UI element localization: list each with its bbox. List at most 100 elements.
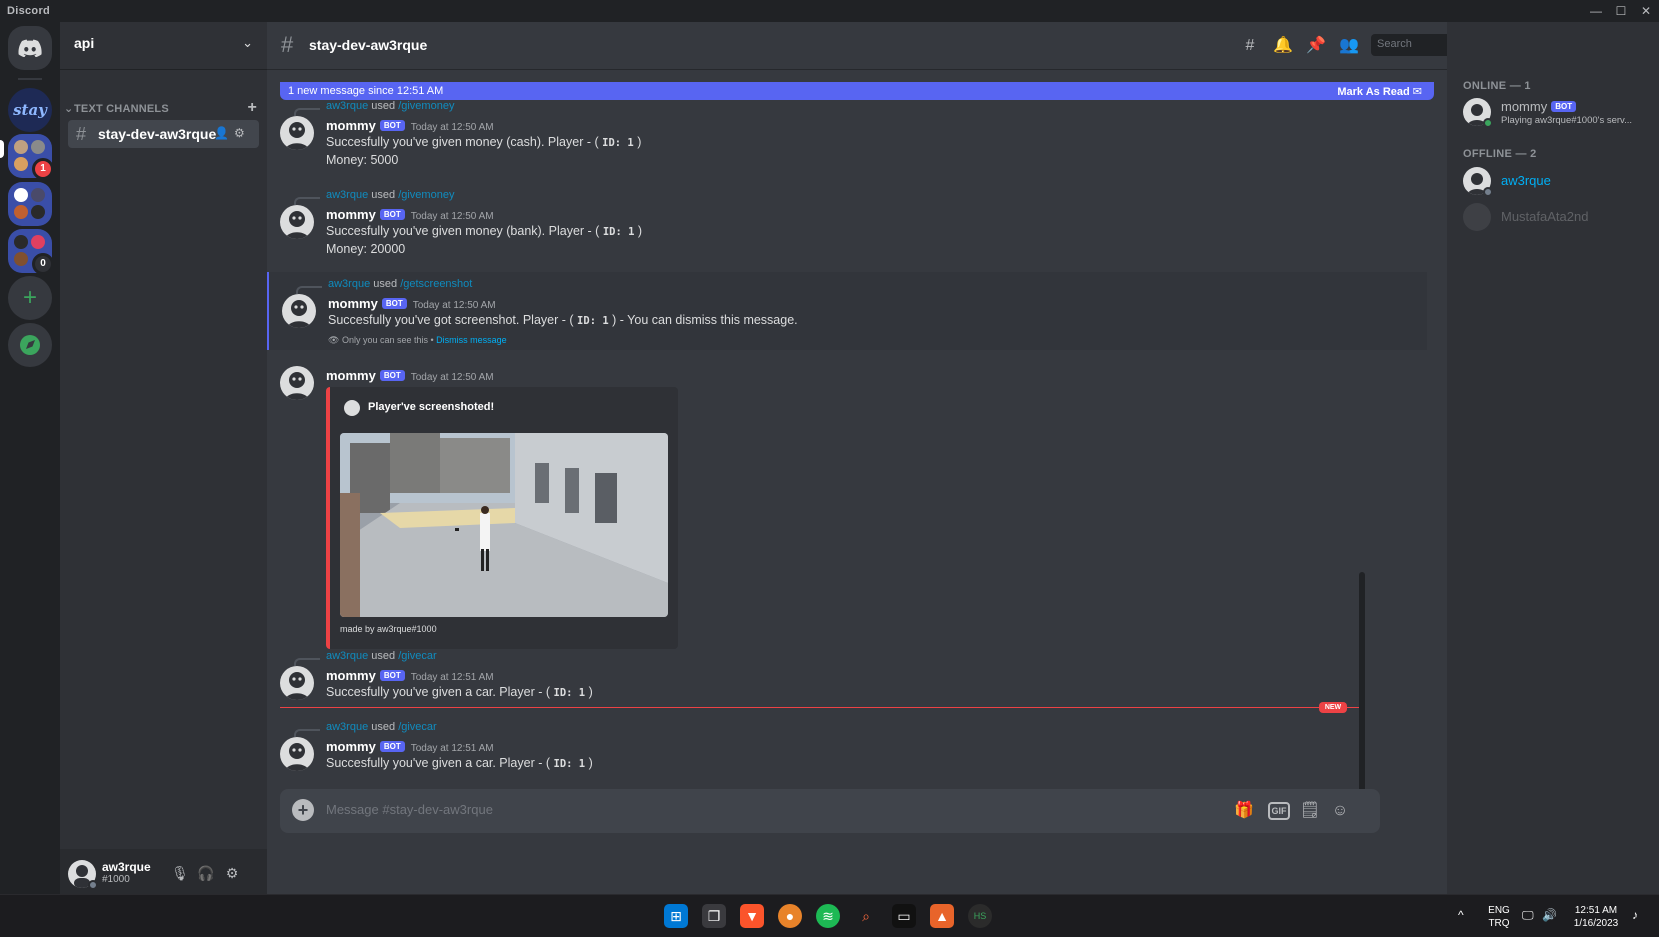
attach-plus-button[interactable]: +: [292, 799, 314, 821]
volume-icon[interactable]: 🔊: [1542, 909, 1557, 922]
mention-badge: 1: [32, 158, 54, 180]
gift-icon[interactable]: 🎁: [1232, 799, 1256, 823]
server-folder-3[interactable]: 0: [8, 229, 54, 275]
clock[interactable]: 12:51 AM 1/16/2023: [1566, 904, 1626, 930]
channel-header: # stay-dev-aw3rque # 🔔 📌 👥 Search ⌕: [267, 22, 1489, 70]
emoji-icon[interactable]: ☺: [1328, 799, 1352, 823]
member-item[interactable]: MustafaAta2nd: [1463, 199, 1653, 239]
server-mini-icon: [14, 205, 28, 219]
member-activity: Playing aw3rque#1000's serv...: [1501, 115, 1633, 126]
message-author[interactable]: mommy BOT Today at 12:50 AM: [326, 118, 494, 133]
task-view-icon[interactable]: ❐: [702, 904, 726, 928]
server-folder-2[interactable]: [8, 182, 52, 226]
avatar[interactable]: [280, 666, 314, 700]
message-content: Succesfully you've given a car. Player -…: [326, 685, 593, 699]
server-folder-1[interactable]: 1: [8, 134, 54, 180]
compass-icon: [20, 335, 40, 355]
tray-chevron-icon[interactable]: ^: [1458, 909, 1464, 922]
server-mini-icon: [14, 235, 28, 249]
guild-header[interactable]: api ⌄: [60, 22, 267, 70]
channel-item-stay-dev-aw3rque[interactable]: # stay-dev-aw3rque 👤 ⚙: [68, 120, 259, 148]
chat-area: # stay-dev-aw3rque # 🔔 📌 👥 Search ⌕ 1 ne…: [267, 22, 1489, 894]
member-item[interactable]: aw3rque: [1463, 163, 1653, 203]
search-tool-icon[interactable]: ⌕: [854, 904, 878, 928]
server-mini-icon: [14, 188, 28, 202]
command-reply[interactable]: aw3rque used /givemoney: [326, 100, 454, 112]
avatar[interactable]: [282, 294, 316, 328]
dismiss-message-link[interactable]: Dismiss message: [436, 335, 507, 345]
timestamp: Today at 12:50 AM: [410, 122, 494, 133]
bell-icon[interactable]: 🔔: [1271, 34, 1295, 58]
minimize-button[interactable]: —: [1587, 2, 1605, 20]
app-icon[interactable]: ▲: [930, 904, 954, 928]
avatar[interactable]: [280, 205, 314, 239]
gear-icon[interactable]: ⚙: [234, 126, 245, 140]
reply-connector: [294, 197, 320, 205]
bot-badge: BOT: [1551, 101, 1577, 112]
reply-connector: [296, 286, 322, 294]
scrollbar[interactable]: [1359, 572, 1365, 802]
invite-icon[interactable]: 👤: [214, 126, 229, 140]
mark-as-read-button[interactable]: Mark As Read ✉: [1337, 85, 1422, 98]
message: aw3rque used /givecar mommy BOT Today at 1…: [267, 650, 1427, 712]
spotify-icon[interactable]: ≋: [816, 904, 840, 928]
threads-icon[interactable]: #: [1238, 34, 1262, 58]
channel-label: stay-dev-aw3rque: [98, 126, 217, 142]
server-mini-icon: [14, 140, 28, 154]
app-icon[interactable]: ●: [778, 904, 802, 928]
brave-browser-icon[interactable]: ▼: [740, 904, 764, 928]
new-messages-divider: [280, 707, 1360, 708]
new-messages-bar[interactable]: 1 new message since 12:51 AM Mark As Rea…: [280, 82, 1434, 100]
embed-title: Player've screenshoted!: [368, 401, 495, 413]
message-author[interactable]: mommy BOT Today at 12:50 AM: [328, 296, 496, 311]
ephemeral-notice: 👁 Only you can see this • Dismiss messag…: [328, 335, 507, 345]
home-button[interactable]: [8, 26, 52, 70]
create-channel-button[interactable]: +: [247, 99, 257, 117]
gif-button[interactable]: GIF: [1268, 802, 1290, 820]
message-author[interactable]: mommy BOT Today at 12:50 AM: [326, 207, 494, 222]
app-name: Discord: [7, 5, 51, 17]
add-server-button[interactable]: +: [8, 276, 52, 320]
maximize-button[interactable]: ☐: [1612, 2, 1630, 20]
message-embed: mommy BOT Today at 12:50 AM Player've scre…: [267, 362, 1427, 662]
avatar[interactable]: [280, 737, 314, 771]
username: aw3rque: [102, 860, 151, 874]
message-composer[interactable]: + Message #stay-dev-aw3rque 🎁 GIF 🗒 ☺: [280, 789, 1380, 833]
member-list-icon[interactable]: 👥: [1337, 34, 1361, 58]
message-author[interactable]: mommy BOT Today at 12:50 AM: [326, 368, 494, 383]
command-reply[interactable]: aw3rque used /getscreenshot: [328, 278, 472, 290]
avatar[interactable]: [280, 116, 314, 150]
windows-start-icon[interactable]: ⊞: [664, 904, 688, 928]
server-stay[interactable]: stay: [8, 88, 52, 132]
server-rail: stay 1 0 +: [0, 22, 60, 894]
timestamp: Today at 12:50 AM: [410, 211, 494, 222]
screenshot-image[interactable]: [340, 433, 668, 617]
command-reply[interactable]: aw3rque used /givemoney: [326, 189, 454, 201]
channel-category[interactable]: ⌄TEXT CHANNELS +: [64, 99, 259, 118]
network-icon[interactable]: 🖵: [1522, 909, 1534, 922]
settings-gear-icon[interactable]: ⚙: [222, 863, 242, 883]
sticker-icon[interactable]: 🗒: [1298, 799, 1322, 823]
member-item[interactable]: mommy BOT Playing aw3rque#1000's serv...: [1463, 94, 1653, 134]
message-author[interactable]: mommy BOT Today at 12:51 AM: [326, 668, 494, 683]
headphones-icon[interactable]: 🎧: [196, 863, 216, 883]
explore-servers-button[interactable]: [8, 323, 52, 367]
terminal-icon[interactable]: ▭: [892, 904, 916, 928]
reply-connector: [294, 729, 320, 737]
member-name: aw3rque: [1501, 173, 1551, 188]
command-reply[interactable]: aw3rque used /givecar: [326, 650, 437, 662]
windows-taskbar: ⊞ ❐ ▼ ● ≋ ⌕ ▭ ▲ HS ^ ENG TRQ 🖵 🔊 12:51 AM…: [0, 894, 1659, 937]
eye-icon: 👁: [328, 335, 340, 345]
command-reply[interactable]: aw3rque used /givecar: [326, 721, 437, 733]
pin-icon[interactable]: 📌: [1304, 34, 1328, 58]
message-author[interactable]: mommy BOT Today at 12:51 AM: [326, 739, 494, 754]
rail-separator: [18, 78, 42, 80]
app-icon[interactable]: HS: [968, 904, 992, 928]
notification-icon[interactable]: ♪: [1632, 909, 1638, 922]
hash-icon: #: [76, 124, 87, 144]
count-badge: 0: [32, 253, 54, 275]
avatar[interactable]: [280, 366, 314, 400]
microphone-icon[interactable]: 🎙: [170, 863, 190, 883]
language-indicator[interactable]: ENG TRQ: [1486, 904, 1512, 930]
close-window-button[interactable]: ✕: [1637, 2, 1655, 20]
